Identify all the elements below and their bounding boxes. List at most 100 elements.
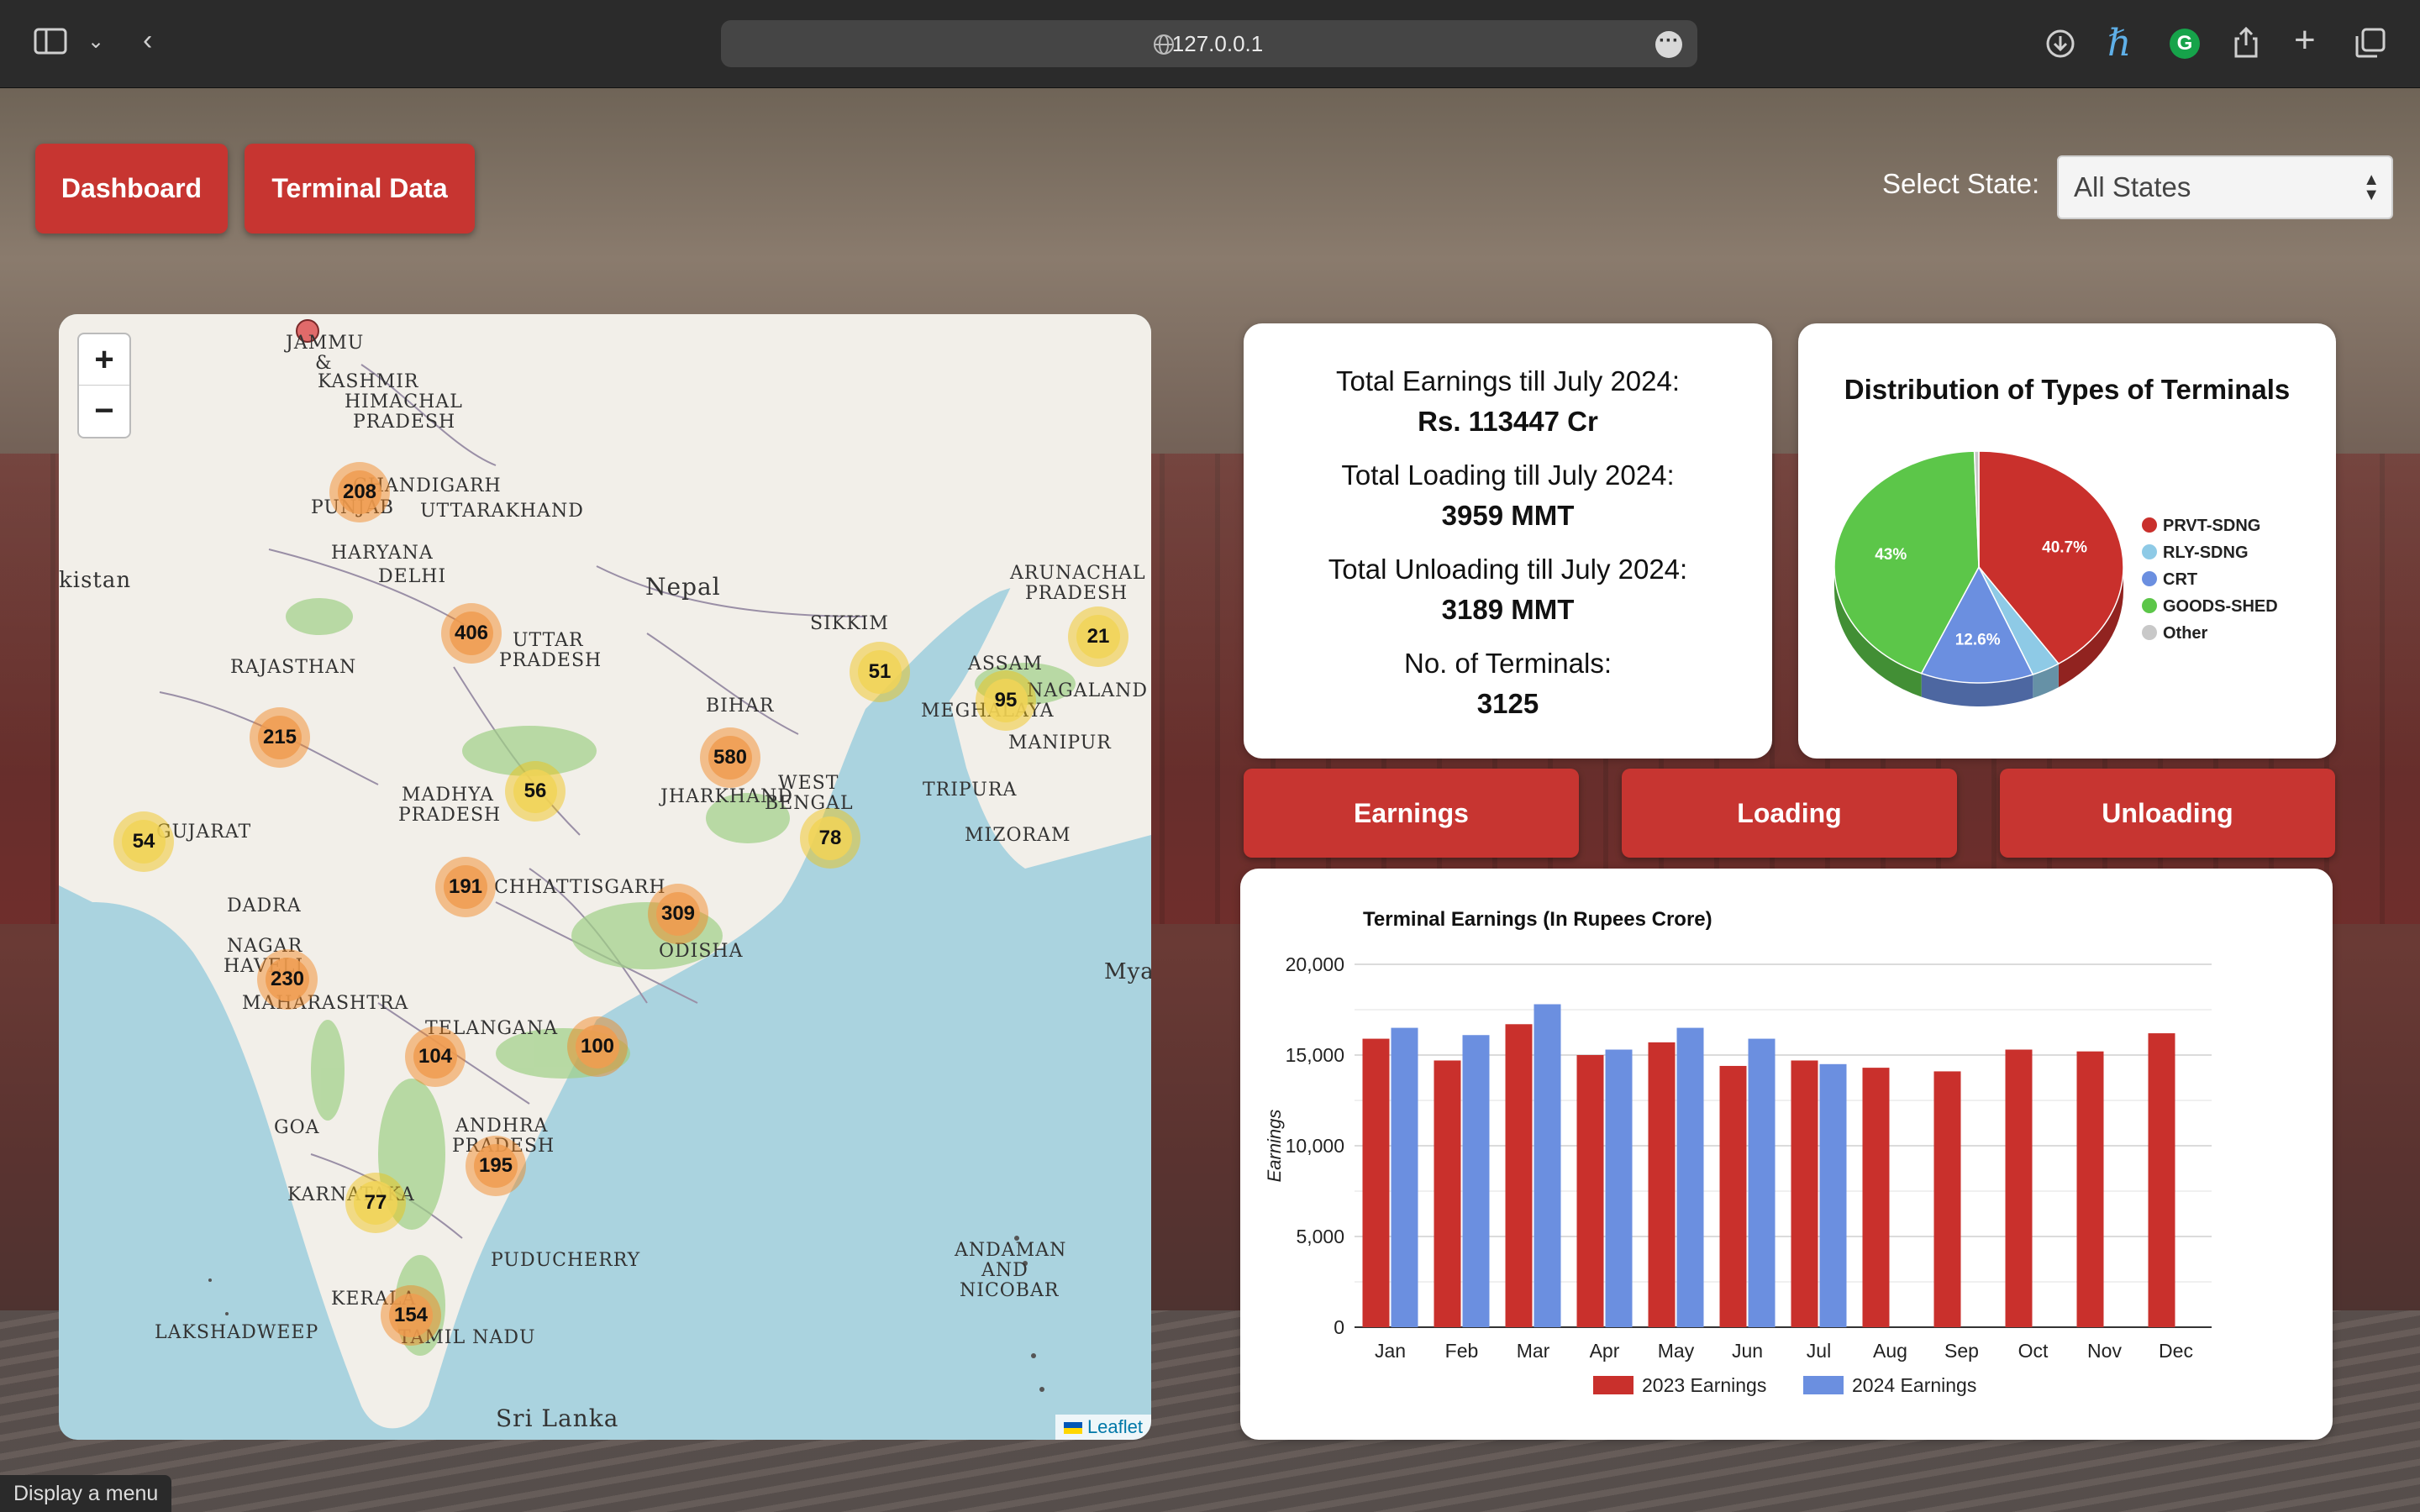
bar-chart-title: Terminal Earnings (In Rupees Crore)	[1363, 908, 1712, 931]
y-axis-label: Earnings	[1264, 1110, 1285, 1183]
bar-2023[interactable]	[1648, 1042, 1676, 1327]
legend-swatch	[1803, 1376, 1844, 1394]
map-cluster[interactable]: 95	[976, 670, 1036, 731]
tab-earnings[interactable]: Earnings	[1244, 769, 1579, 858]
sidebar-icon[interactable]	[34, 27, 67, 63]
map-cluster[interactable]: 215	[250, 707, 310, 768]
map-label: DADRA	[227, 895, 302, 916]
terminals-value: 3125	[1476, 688, 1539, 719]
bar-2024[interactable]	[1391, 1027, 1418, 1327]
map-cluster[interactable]: 56	[505, 761, 566, 822]
back-icon[interactable]: ‹	[143, 24, 152, 57]
terminal-data-button[interactable]: Terminal Data	[245, 144, 475, 234]
loading-label: Total Loading till July 2024:	[1341, 459, 1675, 491]
bar-2023[interactable]	[2076, 1051, 2104, 1327]
y-tick-label: 10,000	[1286, 1135, 1344, 1157]
bar-2023[interactable]	[1434, 1060, 1461, 1327]
bar-chart[interactable]: Terminal Earnings (In Rupees Crore) Earni…	[1240, 869, 2333, 1440]
bar-2024[interactable]	[1462, 1035, 1490, 1327]
state-select[interactable]: All States ▲ ▼	[2057, 155, 2393, 219]
bar-2023[interactable]	[2005, 1049, 2033, 1327]
legend-label: CRT	[2163, 570, 2197, 589]
legend-swatch	[2142, 517, 2157, 533]
extension-h-icon[interactable]: ℏ	[2107, 22, 2131, 65]
map-cluster[interactable]: 195	[466, 1136, 526, 1196]
bar-2024[interactable]	[1534, 1004, 1561, 1327]
url-text[interactable]: 127.0.0.1	[721, 20, 1697, 67]
new-tab-icon[interactable]: +	[2294, 22, 2316, 59]
cluster-count: 309	[656, 892, 700, 936]
map-cluster[interactable]: 230	[257, 949, 318, 1010]
legend-swatch	[2142, 598, 2157, 613]
zoom-in-button[interactable]: +	[79, 334, 129, 386]
dashboard-button[interactable]: Dashboard	[35, 144, 228, 234]
bar-2024[interactable]	[1676, 1027, 1704, 1327]
map-label: UTTARAKHAND	[420, 501, 584, 522]
tabs-icon[interactable]	[2354, 27, 2386, 63]
bar-2023[interactable]	[1791, 1060, 1818, 1327]
bar-2024[interactable]	[1748, 1038, 1776, 1327]
map-cluster[interactable]: 21	[1068, 606, 1128, 667]
map-label: kistan	[59, 568, 132, 593]
bar-2024[interactable]	[1605, 1049, 1633, 1327]
tab-unloading[interactable]: Unloading	[2000, 769, 2335, 858]
map-label: ANDHRA	[455, 1116, 549, 1137]
download-icon[interactable]	[2045, 29, 2075, 63]
map-cluster[interactable]: 154	[381, 1285, 441, 1346]
map-attribution[interactable]: Leaflet	[1055, 1415, 1151, 1440]
tab-loading[interactable]: Loading	[1622, 769, 1957, 858]
map-cluster[interactable]: 51	[850, 642, 910, 702]
map-cluster[interactable]: 100	[567, 1016, 628, 1077]
map-cluster[interactable]: 191	[435, 857, 496, 917]
map-cluster[interactable]: 78	[800, 808, 860, 869]
terminal-map[interactable]: JAMMU & KASHMIR HIMACHAL PRADESH CHANDIG…	[59, 314, 1151, 1440]
map-label: ANDAMAN	[955, 1240, 1067, 1261]
map-label: PUDUCHERRY	[491, 1250, 641, 1271]
chevron-down-icon[interactable]: ⌄	[87, 25, 104, 59]
map-cluster[interactable]: 77	[345, 1173, 406, 1233]
cluster-count: 208	[338, 470, 381, 514]
browser-toolbar: ⌄ ‹ 127.0.0.1 ··· ℏ G +	[0, 0, 2420, 88]
map-label: NICOBAR	[960, 1280, 1060, 1301]
state-select-label: Select State:	[1882, 168, 2040, 199]
x-tick-label: Dec	[2159, 1340, 2193, 1362]
map-cluster[interactable]: 104	[405, 1026, 466, 1087]
map-cluster[interactable]: 208	[329, 462, 390, 522]
grammarly-icon[interactable]: G	[2170, 29, 2200, 59]
pie-chart[interactable]: 40.7% 12.6% 43% PRVT-SDNG RLY-SDNG CRT GOODS-S…	[1798, 441, 2336, 743]
bar-chart-card: Terminal Earnings (In Rupees Crore) Earni…	[1240, 869, 2333, 1440]
legend-swatch	[2142, 571, 2157, 586]
cluster-count: 51	[858, 650, 902, 694]
zoom-control: + −	[77, 333, 131, 438]
more-icon[interactable]: ···	[1655, 31, 1682, 58]
bar-2023[interactable]	[1505, 1024, 1533, 1327]
x-tick-label: Apr	[1590, 1340, 1620, 1362]
bar-2023[interactable]	[2148, 1033, 2175, 1327]
bar-2023[interactable]	[1933, 1071, 1961, 1327]
bar-2024[interactable]	[1819, 1063, 1847, 1327]
map-label: Sri Lanka	[496, 1404, 619, 1432]
address-bar[interactable]: 127.0.0.1 ···	[721, 20, 1697, 67]
earnings-value: Rs. 113447 Cr	[1418, 406, 1598, 437]
map-cluster[interactable]: 580	[700, 727, 760, 788]
share-icon[interactable]	[2232, 25, 2260, 63]
x-tick-label: May	[1658, 1340, 1695, 1362]
zoom-out-button[interactable]: −	[79, 386, 129, 436]
bar-2023[interactable]	[1862, 1068, 1890, 1327]
bar-2023[interactable]	[1719, 1065, 1747, 1327]
map-cluster[interactable]: 309	[648, 884, 708, 944]
unloading-label: Total Unloading till July 2024:	[1328, 554, 1688, 585]
legend-label: GOODS-SHED	[2163, 597, 2278, 616]
bar-2023[interactable]	[1362, 1038, 1390, 1327]
bar-2023[interactable]	[1576, 1055, 1604, 1327]
legend-label: PRVT-SDNG	[2163, 517, 2260, 535]
leaflet-link[interactable]: Leaflet	[1087, 1416, 1143, 1437]
map-label: KASHMIR	[318, 371, 419, 392]
cluster-count: 104	[413, 1035, 457, 1079]
unloading-value: 3189 MMT	[1441, 594, 1575, 625]
map-cluster[interactable]: 54	[113, 811, 174, 872]
pie-chart-card: Distribution of Types of Terminals 40.7%…	[1798, 323, 2336, 759]
map-label: CHHATTISGARH	[494, 877, 666, 898]
map-cluster[interactable]: 406	[441, 603, 502, 664]
legend-label: 2023 Earnings	[1642, 1374, 1766, 1396]
